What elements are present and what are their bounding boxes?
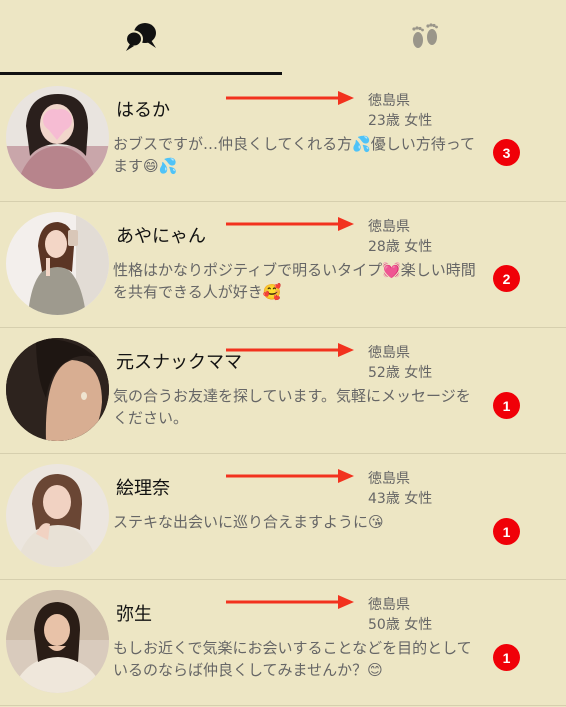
prefecture: 徳島県 [368, 219, 410, 235]
tab-bar [0, 0, 566, 76]
prefecture: 徳島県 [368, 345, 410, 361]
message-preview: もしお近くで気楽にお会いすることなどを目的としているのならば仲良くしてみませんか… [113, 639, 472, 679]
conversation-row[interactable]: 元スナックママ 徳島県 52歳 女性 気の合うお友達を探しています。気軽にメッセ… [0, 328, 566, 454]
prefecture: 徳島県 [368, 597, 410, 613]
age-gender: 28歳 女性 [368, 239, 433, 255]
tab-messages[interactable] [0, 0, 282, 74]
chat-bubbles-icon [125, 23, 156, 51]
age-gender: 52歳 女性 [368, 365, 433, 381]
unread-badge: 1 [493, 392, 520, 419]
user-name: 絵理奈 [116, 478, 170, 499]
user-name: はるか [116, 100, 170, 121]
unread-badge: 1 [493, 518, 520, 545]
footprints-icon [412, 23, 438, 48]
user-name: あやにゃん [116, 226, 206, 247]
age-gender: 43歳 女性 [368, 491, 433, 507]
prefecture: 徳島県 [368, 93, 410, 109]
arrow-icon [226, 217, 354, 231]
tab-footprints[interactable] [284, 0, 566, 74]
unread-badge: 2 [493, 265, 520, 292]
prefecture: 徳島県 [368, 471, 410, 487]
avatar[interactable] [6, 212, 109, 315]
arrow-icon [226, 469, 354, 483]
conversation-row[interactable]: あやにゃん 徳島県 28歳 女性 性格はかなりポジティブで明るいタイプ💓楽しい時… [0, 202, 566, 328]
avatar[interactable] [6, 464, 109, 567]
message-preview: 性格はかなりポジティブで明るいタイプ💓楽しい時間を共有できる人が好き🥰 [113, 261, 476, 301]
avatar[interactable] [6, 590, 109, 693]
message-preview: おブスですが…仲良くしてくれる方💦優しい方待ってます😄💦 [113, 135, 476, 175]
conversation-row[interactable]: 弥生 徳島県 50歳 女性 もしお近くで気楽にお会いすることなどを目的としている… [0, 580, 566, 706]
age-gender: 50歳 女性 [368, 617, 433, 633]
conversation-row[interactable]: 絵理奈 徳島県 43歳 女性 ステキな出会いに巡り合えますように😘 1 [0, 454, 566, 580]
arrow-icon [226, 595, 354, 609]
user-name: 弥生 [116, 604, 152, 625]
avatar[interactable] [6, 338, 109, 441]
active-tab-indicator [0, 72, 282, 75]
unread-badge: 3 [493, 139, 520, 166]
message-preview: ステキな出会いに巡り合えますように😘 [113, 513, 384, 531]
arrow-icon [226, 343, 354, 357]
conversation-list: はるか 徳島県 23歳 女性 おブスですが…仲良くしてくれる方💦優しい方待ってま… [0, 76, 566, 706]
user-name: 元スナックママ [116, 352, 242, 373]
arrow-icon [226, 91, 354, 105]
unread-badge: 1 [493, 644, 520, 671]
age-gender: 23歳 女性 [368, 113, 433, 129]
message-preview: 気の合うお友達を探しています。気軽にメッセージをください。 [113, 387, 471, 427]
conversation-row[interactable]: はるか 徳島県 23歳 女性 おブスですが…仲良くしてくれる方💦優しい方待ってま… [0, 76, 566, 202]
avatar[interactable] [6, 86, 109, 189]
